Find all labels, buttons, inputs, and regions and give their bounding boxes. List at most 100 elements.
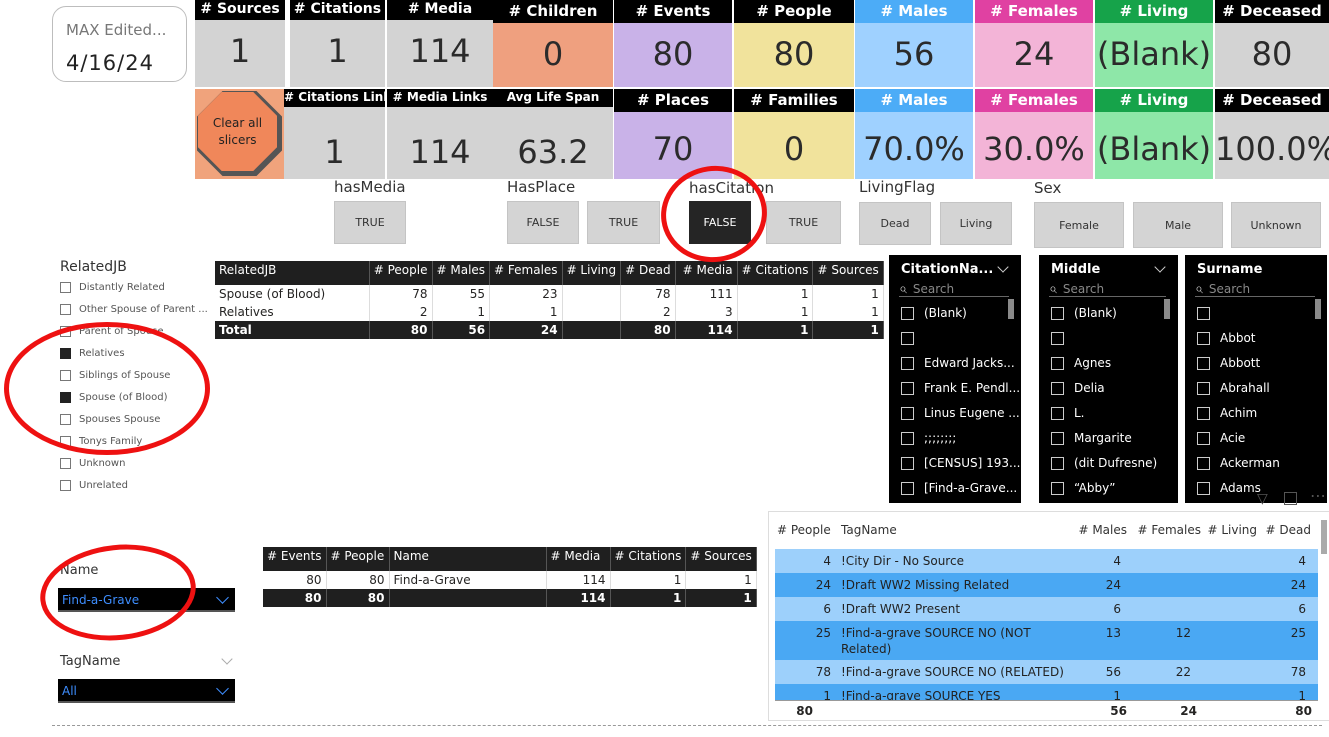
slicer-option[interactable]: Adams — [1197, 477, 1261, 499]
focus-mode-icon[interactable] — [1284, 492, 1297, 505]
checkbox[interactable] — [901, 306, 914, 320]
slicer-option[interactable]: Frank E. Pendl... — [901, 377, 1020, 399]
filter-icon[interactable]: ▽ — [1257, 491, 1268, 507]
column-header[interactable]: # People — [369, 261, 433, 285]
table-row[interactable]: 78 !Find-a-grave SOURCE NO (RELATED) 56 22 7… — [775, 660, 1318, 684]
slicer-search[interactable]: ⌕ Search — [899, 281, 1009, 297]
surname-slicer[interactable]: Surname ⌕ Search Abbot Abbott Abrahall Achim Ac… — [1185, 255, 1327, 503]
slicer-option[interactable] — [901, 327, 924, 349]
column-header[interactable]: # Females — [1137, 523, 1201, 537]
middle-name-slicer[interactable]: Middle ⌕ Search (Blank) Agnes Delia L. Margarit… — [1039, 255, 1178, 503]
slicer-scrollbar[interactable] — [1008, 299, 1014, 319]
column-header[interactable]: # Living — [1207, 523, 1257, 537]
table-row[interactable]: 80 80 Find-a-Grave 114 1 1 — [263, 571, 757, 589]
column-header[interactable]: TagName — [841, 523, 897, 537]
chevron-down-icon[interactable] — [997, 261, 1009, 273]
column-header[interactable]: # Living — [562, 261, 622, 285]
slicer-option[interactable]: Abbot — [1197, 327, 1256, 349]
table-row[interactable]: Relatives 2 1 1 2 3 1 1 — [215, 303, 884, 321]
slicer-option[interactable]: (Blank) — [901, 302, 967, 324]
checkbox[interactable] — [901, 381, 914, 395]
slicer-option[interactable]: Delia — [1051, 377, 1105, 399]
table-row[interactable]: 4 !City Dir - No Source 4 4 — [775, 549, 1318, 573]
table-row[interactable]: 25 !Find-a-grave SOURCE NO (NOT 13 12 25 Rela… — [775, 621, 1318, 660]
table-row[interactable]: Spouse (of Blood) 78 55 23 78 111 1 1 — [215, 285, 884, 303]
more-options-icon[interactable]: ⋯ — [1310, 486, 1326, 505]
checkbox[interactable] — [1197, 381, 1210, 395]
column-header[interactable]: # People — [326, 547, 390, 571]
column-header[interactable]: # Sources — [685, 547, 757, 571]
checkbox[interactable] — [901, 406, 914, 420]
slicer-option[interactable]: Agnes — [1051, 352, 1111, 374]
slicer-option[interactable]: Edward Jacks... — [901, 352, 1015, 374]
slicer-search[interactable]: ⌕ Search — [1049, 281, 1166, 297]
column-header[interactable]: # Females — [489, 261, 563, 285]
column-header[interactable]: # Media — [546, 547, 611, 571]
column-header[interactable]: # Males — [432, 261, 491, 285]
column-header[interactable]: # Dead — [1266, 523, 1311, 537]
slicer-option[interactable]: [Find-a-Grave... — [901, 477, 1017, 499]
checkbox[interactable] — [901, 456, 914, 470]
relatedjb-option[interactable]: Unknown — [60, 453, 125, 473]
slicer-option[interactable]: Ackerman — [1197, 452, 1280, 474]
slicer-search[interactable]: ⌕ Search — [1195, 281, 1315, 297]
hasmedia-true-button[interactable]: TRUE — [334, 201, 406, 244]
column-header[interactable]: RelatedJB — [215, 261, 370, 285]
tag-table-scrollbar[interactable] — [1321, 520, 1327, 554]
slicer-option[interactable] — [1197, 302, 1220, 324]
column-header[interactable]: # Sources — [812, 261, 884, 285]
checkbox[interactable] — [901, 481, 914, 495]
slicer-option[interactable]: Achim — [1197, 402, 1257, 424]
slicer-option[interactable]: “Abby” — [1051, 477, 1115, 499]
column-header[interactable]: # People — [777, 523, 831, 537]
slicer-option[interactable] — [1051, 327, 1074, 349]
checkbox[interactable] — [1051, 481, 1064, 495]
slicer-scrollbar[interactable] — [1164, 299, 1170, 319]
checkbox[interactable] — [901, 356, 914, 370]
checkbox[interactable] — [1051, 456, 1064, 470]
column-header[interactable]: # Males — [1078, 523, 1127, 537]
slicer-option[interactable]: Linus Eugene ... — [901, 402, 1020, 424]
hascitation-true-button[interactable]: TRUE — [766, 201, 841, 244]
slicer-option[interactable]: (Blank) — [1051, 302, 1117, 324]
column-header[interactable]: # Dead — [620, 261, 676, 285]
table-row[interactable]: 24 !Draft WW2 Missing Related 24 24 — [775, 573, 1318, 597]
slicer-option[interactable]: Abrahall — [1197, 377, 1270, 399]
checkbox[interactable] — [1051, 306, 1064, 320]
tagname-chevron-icon[interactable] — [221, 653, 233, 665]
checkbox[interactable] — [1051, 406, 1064, 420]
checkbox[interactable] — [1051, 356, 1064, 370]
citation-name-slicer[interactable]: CitationNa... ⌕ Search (Blank) Edward Jacks.… — [889, 255, 1021, 503]
checkbox[interactable] — [1051, 331, 1064, 345]
checkbox[interactable] — [1197, 306, 1210, 320]
slicer-option[interactable]: (dit Dufresne) — [1051, 452, 1157, 474]
column-header[interactable]: # Media — [675, 261, 738, 285]
sex-unknown-button[interactable]: Unknown — [1231, 202, 1321, 248]
hasplace-true-button[interactable]: TRUE — [587, 201, 660, 244]
checkbox[interactable] — [60, 457, 71, 469]
clear-all-slicers-button[interactable]: Clear all slicers — [198, 92, 277, 171]
checkbox[interactable] — [1051, 431, 1064, 445]
checkbox[interactable] — [1197, 431, 1210, 445]
slicer-option[interactable]: [CENSUS] 193... — [901, 452, 1020, 474]
column-header[interactable]: # Events — [263, 547, 327, 571]
checkbox[interactable] — [60, 303, 71, 315]
slicer-option[interactable]: ;;;;;;;; — [901, 427, 956, 449]
column-header[interactable]: # Citations — [610, 547, 687, 571]
relatedjb-option[interactable]: Distantly Related — [60, 277, 165, 297]
relatedjb-option[interactable]: Unrelated — [60, 475, 128, 495]
slicer-scrollbar[interactable] — [1315, 299, 1321, 319]
livingflag-dead-button[interactable]: Dead — [859, 202, 931, 245]
relatedjb-option[interactable]: Other Spouse of Parent ... — [60, 299, 208, 319]
livingflag-living-button[interactable]: Living — [940, 202, 1012, 245]
tagname-dropdown[interactable]: All — [58, 679, 235, 703]
checkbox[interactable] — [901, 431, 914, 445]
slicer-option[interactable]: Abbott — [1197, 352, 1260, 374]
slicer-option[interactable]: Acie — [1197, 427, 1245, 449]
checkbox[interactable] — [1197, 456, 1210, 470]
checkbox[interactable] — [1197, 481, 1210, 495]
checkbox[interactable] — [1197, 356, 1210, 370]
table-row[interactable]: 6 !Draft WW2 Present 6 6 — [775, 597, 1318, 621]
sex-female-button[interactable]: Female — [1034, 202, 1124, 248]
column-header[interactable]: Name — [389, 547, 547, 571]
